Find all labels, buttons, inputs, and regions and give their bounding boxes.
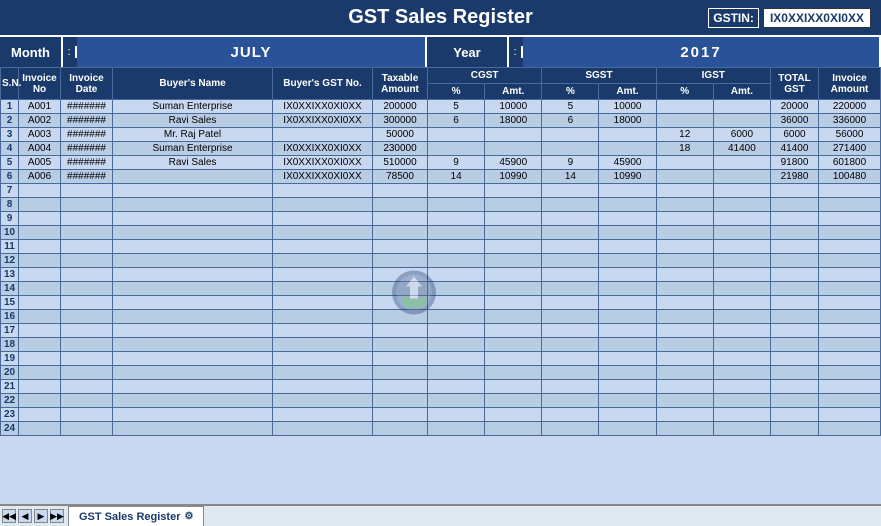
title-bar: GST Sales Register GSTIN: IX0XXIXX0XI0XX: [0, 0, 881, 35]
table-row: 12: [1, 254, 881, 268]
col-header-invoice-no: Invoice No: [19, 68, 61, 100]
tab-nav: ◀◀ ◀ ▶ ▶▶: [2, 509, 64, 523]
app-container: GST Sales Register GSTIN: IX0XXIXX0XI0XX…: [0, 0, 881, 526]
table-row: 2A002#######Ravi SalesIX0XXIXX0XI0XX3000…: [1, 114, 881, 128]
gstin-section: GSTIN: IX0XXIXX0XI0XX: [708, 8, 871, 28]
year-value: 2017: [523, 37, 881, 67]
col-header-sgst-pct: %: [542, 84, 599, 100]
table-row: 7: [1, 184, 881, 198]
col-header-total-gst: TOTAL GST: [771, 68, 819, 100]
table-row: 23: [1, 408, 881, 422]
table-row: 11: [1, 240, 881, 254]
col-header-cgst-pct: %: [428, 84, 485, 100]
col-header-sno: S.N.: [1, 68, 19, 100]
table-row: 16: [1, 310, 881, 324]
table-row: 14: [1, 282, 881, 296]
table-row: 6A006#######IX0XXIXX0XI0XX78500141099014…: [1, 170, 881, 184]
col-header-igst: IGST: [656, 68, 770, 84]
col-header-invoice-date: Invoice Date: [61, 68, 113, 100]
data-table: S.N. Invoice No Invoice Date Buyer's Nam…: [0, 67, 881, 436]
table-row: 8: [1, 198, 881, 212]
tab-nav-prev[interactable]: ◀: [18, 509, 32, 523]
table-row: 10: [1, 226, 881, 240]
month-label: Month: [0, 37, 63, 67]
year-label: Year: [427, 37, 509, 67]
col-header-invoice-amount: Invoice Amount: [819, 68, 881, 100]
table-row: 4A004#######Suman EnterpriseIX0XXIXX0XI0…: [1, 142, 881, 156]
table-row: 5A005#######Ravi SalesIX0XXIXX0XI0XX5100…: [1, 156, 881, 170]
col-header-igst-amt: Amt.: [713, 84, 770, 100]
table-row: 20: [1, 366, 881, 380]
col-header-sgst: SGST: [542, 68, 656, 84]
table-row: 3A003#######Mr. Raj Patel500001260006000…: [1, 128, 881, 142]
meta-sep-2: :: [509, 46, 523, 58]
tab-nav-next[interactable]: ▶: [34, 509, 48, 523]
gstin-value: IX0XXIXX0XI0XX: [763, 8, 871, 28]
gstin-label: GSTIN:: [708, 8, 759, 28]
table-row: 22: [1, 394, 881, 408]
meta-row: Month : JULY Year : 2017: [0, 35, 881, 67]
table-row: 21: [1, 380, 881, 394]
page-title: GST Sales Register: [348, 6, 533, 29]
col-header-igst-pct: %: [656, 84, 713, 100]
col-header-cgst-amt: Amt.: [485, 84, 542, 100]
table-row: 24: [1, 422, 881, 436]
col-header-sgst-amt: Amt.: [599, 84, 656, 100]
sheet-tab-icon: ⚙: [185, 511, 194, 522]
table-row: 9: [1, 212, 881, 226]
sheet-tab[interactable]: GST Sales Register ⚙: [68, 506, 204, 526]
table-row: 17: [1, 324, 881, 338]
table-row: 19: [1, 352, 881, 366]
sheet-tab-label: GST Sales Register: [79, 511, 181, 523]
tab-nav-last[interactable]: ▶▶: [50, 509, 64, 523]
table-row: 1A001#######Suman EnterpriseIX0XXIXX0XI0…: [1, 100, 881, 114]
table-row: 18: [1, 338, 881, 352]
col-header-buyers-name: Buyer's Name: [113, 68, 273, 100]
month-value: JULY: [77, 37, 427, 67]
tab-bar: ◀◀ ◀ ▶ ▶▶ GST Sales Register ⚙: [0, 504, 881, 526]
col-header-taxable: Taxable Amount: [373, 68, 428, 100]
table-row: 13: [1, 268, 881, 282]
table-container[interactable]: S.N. Invoice No Invoice Date Buyer's Nam…: [0, 67, 881, 504]
col-header-buyers-gst: Buyer's GST No.: [273, 68, 373, 100]
col-header-cgst: CGST: [428, 68, 542, 84]
meta-sep-1: :: [63, 46, 77, 58]
table-row: 15: [1, 296, 881, 310]
tab-nav-first[interactable]: ◀◀: [2, 509, 16, 523]
